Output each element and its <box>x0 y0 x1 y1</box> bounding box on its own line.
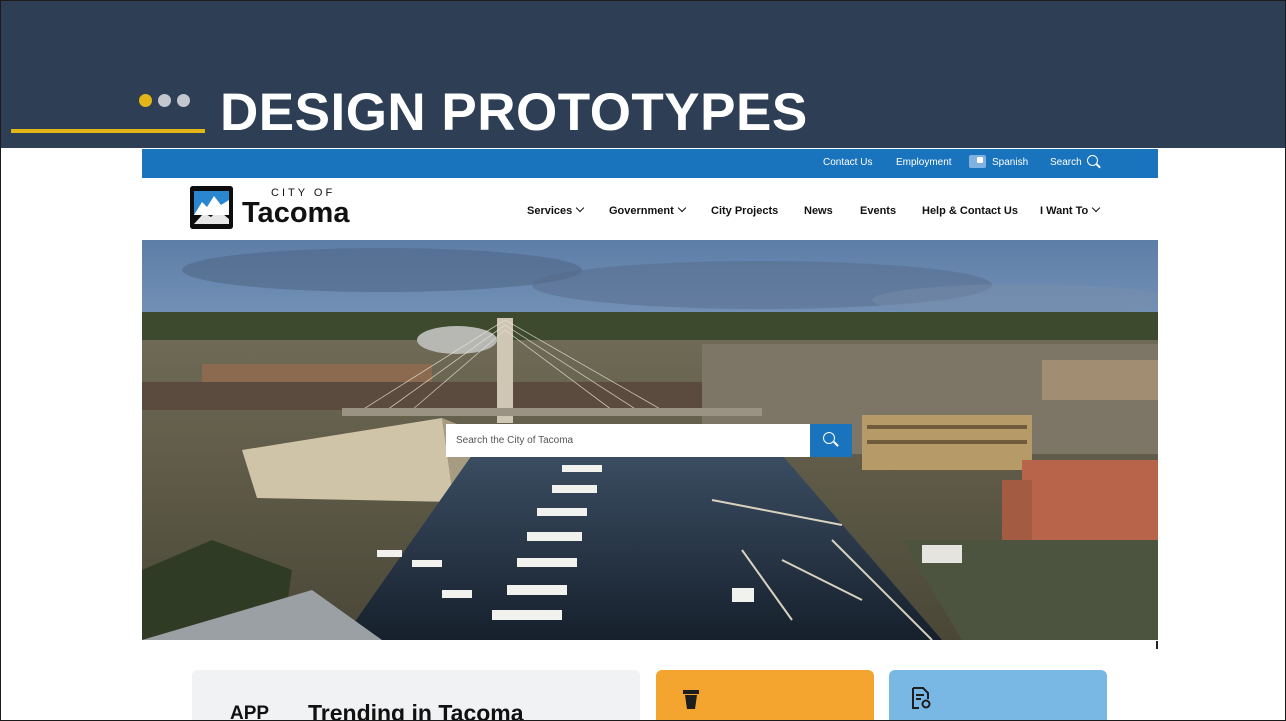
dot-icon <box>139 94 152 107</box>
nav-services[interactable]: Services <box>527 203 585 217</box>
dot-icon <box>158 94 171 107</box>
document-icon <box>912 687 931 709</box>
slide: DESIGN PROTOTYPES Contact Us Employment … <box>0 0 1286 721</box>
nav-events[interactable]: Events <box>860 205 896 217</box>
dot-icon <box>177 94 190 107</box>
employment-link[interactable]: Employment <box>896 157 952 168</box>
nav-help-contact[interactable]: Help & Contact Us <box>922 205 1018 217</box>
search-button[interactable] <box>810 424 852 457</box>
search-input[interactable] <box>446 424 814 457</box>
slide-dots <box>139 94 190 107</box>
nav-government[interactable]: Government <box>609 203 687 217</box>
nav-label: I Want To <box>1040 205 1089 217</box>
website-prototype: Contact Us Employment Spanish Search CIT… <box>142 149 1158 721</box>
nav-i-want-to[interactable]: I Want To <box>1040 203 1101 217</box>
cup-icon <box>683 690 699 709</box>
hero-search <box>446 424 814 457</box>
blue-card[interactable] <box>889 670 1107 720</box>
trending-card[interactable]: APP Trending in Tacoma <box>192 670 640 721</box>
accent-line <box>11 129 205 133</box>
utility-bar: Contact Us Employment Spanish Search <box>142 149 1158 178</box>
contact-us-link[interactable]: Contact Us <box>823 157 872 168</box>
search-link[interactable]: Search <box>1050 157 1082 168</box>
translate-icon[interactable] <box>969 155 986 168</box>
divider <box>1156 641 1158 649</box>
tacoma-logo-icon[interactable] <box>190 186 233 229</box>
nav-label: Services <box>527 205 573 217</box>
trending-title: Trending in Tacoma <box>308 700 524 721</box>
nav-city-projects[interactable]: City Projects <box>711 205 778 217</box>
slide-header: DESIGN PROTOTYPES <box>1 1 1285 148</box>
chevron-down-icon <box>677 203 687 213</box>
nav-label: Government <box>609 205 674 217</box>
chevron-down-icon <box>1092 203 1101 213</box>
search-icon[interactable] <box>1087 155 1098 166</box>
slide-title: DESIGN PROTOTYPES <box>220 83 808 142</box>
nav-news[interactable]: News <box>804 205 833 217</box>
logo-name[interactable]: Tacoma <box>242 196 349 230</box>
search-icon <box>823 432 835 444</box>
app-label: APP <box>230 703 270 721</box>
spanish-link[interactable]: Spanish <box>992 157 1028 168</box>
chevron-down-icon <box>576 203 585 213</box>
orange-card[interactable] <box>656 670 874 720</box>
